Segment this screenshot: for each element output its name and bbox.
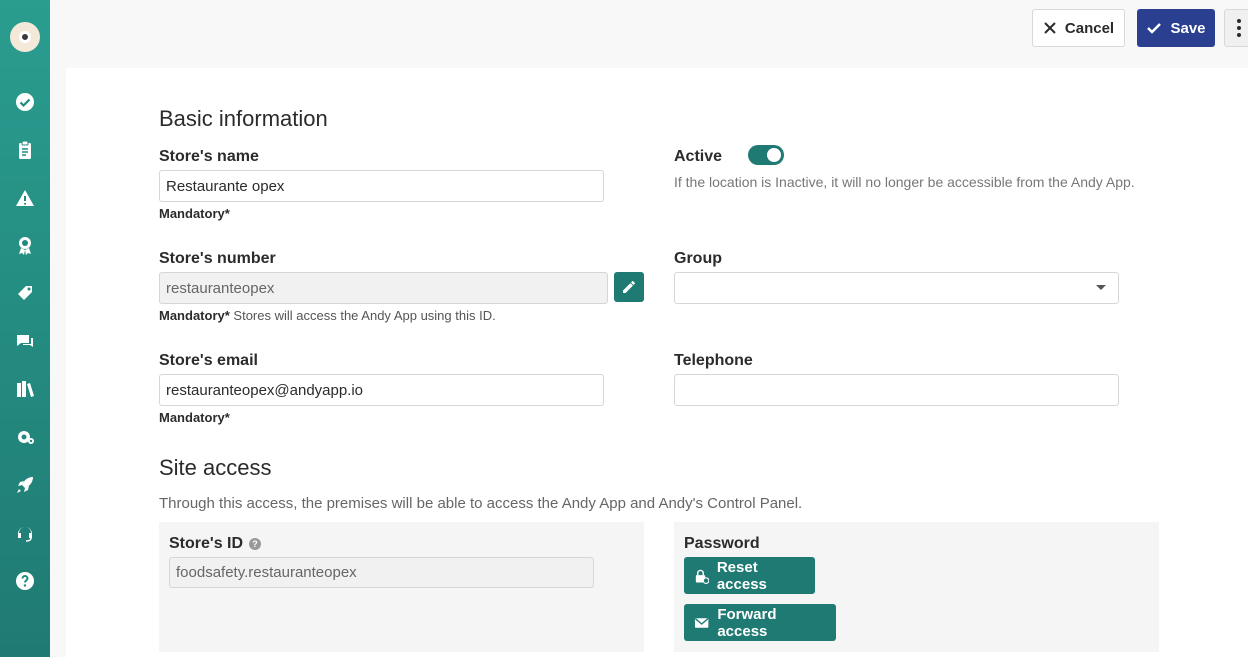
- forward-access-button[interactable]: Forward access: [684, 604, 836, 641]
- site-access-description: Through this access, the premises will b…: [159, 495, 803, 512]
- chat-icon[interactable]: [14, 330, 36, 352]
- store-email-label: Store's email: [159, 352, 258, 369]
- save-label: Save: [1170, 19, 1206, 37]
- active-toggle[interactable]: [748, 145, 784, 165]
- library-icon[interactable]: [14, 378, 36, 400]
- active-label: Active: [674, 148, 723, 165]
- store-id-label-text: Store's ID: [169, 535, 244, 552]
- logo-icon[interactable]: [10, 22, 40, 52]
- info-icon[interactable]: ?: [249, 537, 262, 550]
- telephone-input[interactable]: [674, 374, 1119, 406]
- store-number-label: Store's number: [159, 250, 276, 267]
- settings-icon[interactable]: [14, 426, 36, 448]
- store-number-hint-text: Stores will access the Andy App using th…: [229, 308, 496, 323]
- cancel-label: Cancel: [1064, 19, 1115, 37]
- store-name-label: Store's name: [159, 148, 259, 165]
- chevron-down-icon: [1096, 285, 1106, 290]
- check-icon[interactable]: [14, 91, 36, 113]
- help-icon[interactable]: [14, 570, 36, 592]
- store-number-hint: Mandatory* Stores will access the Andy A…: [159, 308, 496, 323]
- active-description: If the location is Inactive, it will no …: [674, 174, 1135, 190]
- group-label: Group: [674, 250, 722, 267]
- password-label: Password: [684, 535, 760, 552]
- store-name-input[interactable]: Restaurante opex: [159, 170, 604, 202]
- rocket-icon[interactable]: [14, 474, 36, 496]
- section-title-basic: Basic information: [159, 106, 328, 131]
- lock-reset-icon: [695, 569, 709, 584]
- reset-access-label: Reset access: [716, 558, 767, 593]
- cancel-button[interactable]: Cancel: [1032, 9, 1125, 47]
- forward-access-label: Forward access: [717, 605, 777, 640]
- award-icon[interactable]: [14, 234, 36, 256]
- section-title-site-access: Site access: [159, 455, 272, 480]
- close-icon: [1044, 22, 1056, 34]
- sidebar: [0, 0, 50, 657]
- warning-icon[interactable]: [14, 187, 36, 209]
- store-name-hint: Mandatory*: [159, 206, 230, 221]
- store-id-label: Store's ID?: [169, 535, 262, 553]
- store-number-input: restauranteopex: [159, 272, 608, 304]
- group-select[interactable]: [674, 272, 1119, 304]
- store-email-hint: Mandatory*: [159, 410, 230, 425]
- store-email-input[interactable]: restauranteopex@andyapp.io: [159, 374, 604, 406]
- headset-icon[interactable]: [14, 522, 36, 544]
- clipboard-icon[interactable]: [14, 139, 36, 161]
- store-id-input: foodsafety.restauranteopex: [169, 557, 594, 588]
- tag-icon[interactable]: [14, 282, 36, 304]
- pencil-icon: [623, 281, 635, 293]
- reset-access-button[interactable]: Reset access: [684, 557, 815, 594]
- save-button[interactable]: Save: [1137, 9, 1215, 47]
- edit-store-number-button[interactable]: [614, 272, 644, 302]
- more-options-button[interactable]: [1224, 9, 1248, 47]
- check-icon: [1147, 23, 1162, 34]
- telephone-label: Telephone: [674, 352, 753, 369]
- store-number-mandatory: Mandatory*: [159, 308, 230, 323]
- envelope-icon: [694, 617, 709, 628]
